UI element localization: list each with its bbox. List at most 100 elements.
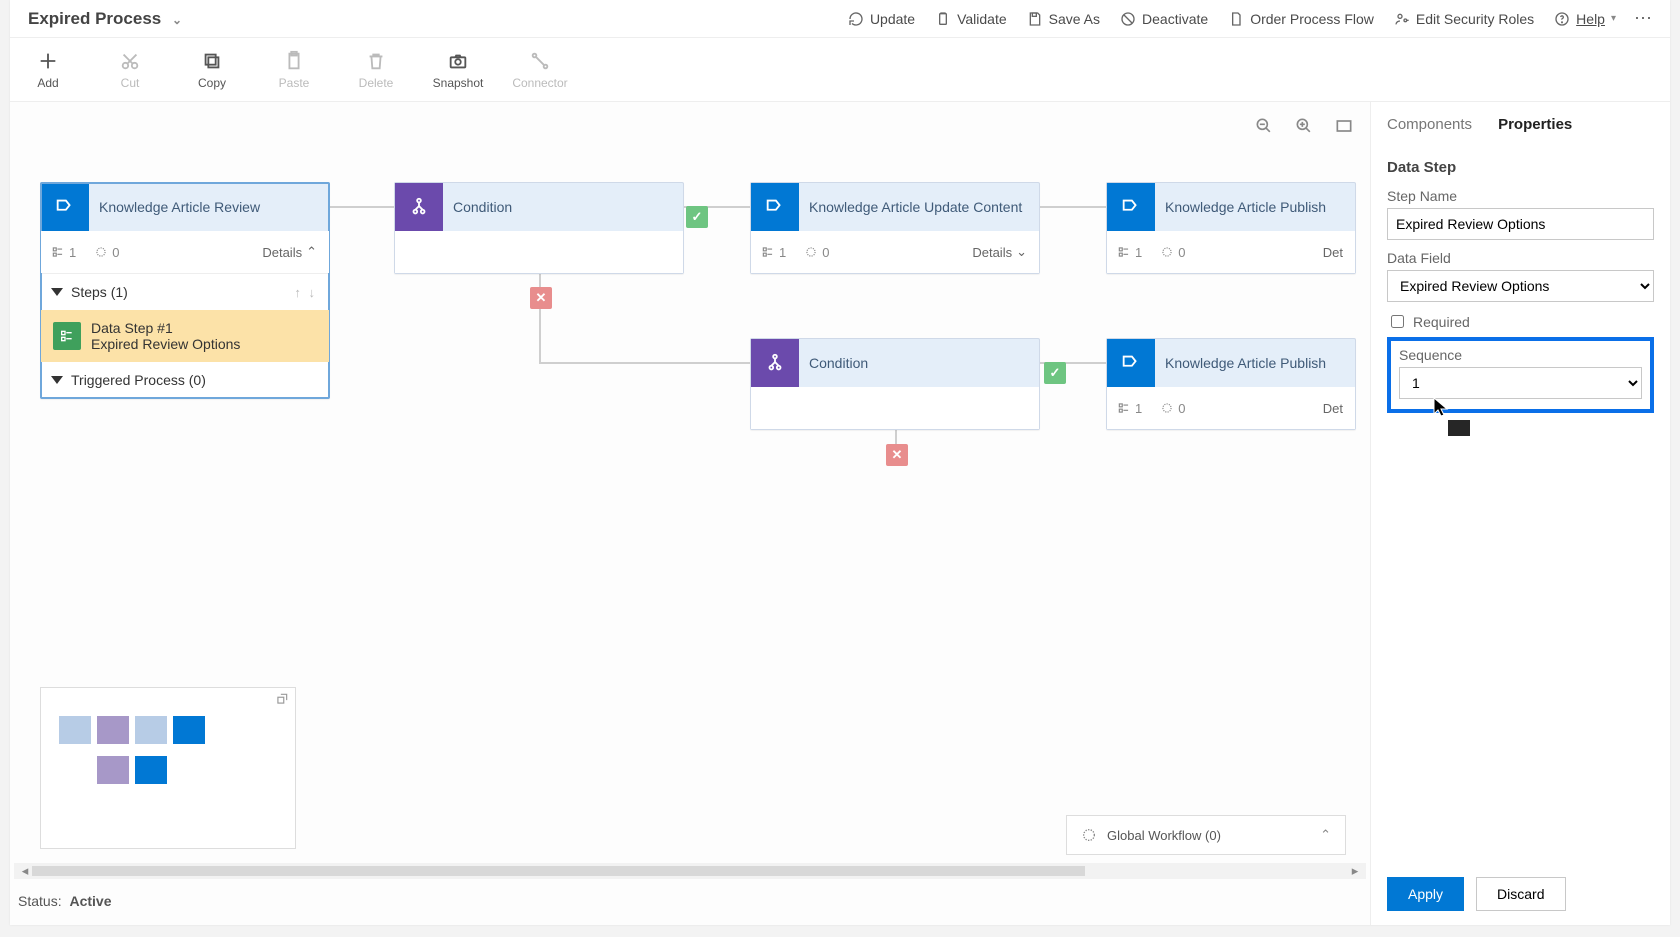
properties-section-title: Data Step — [1387, 159, 1654, 176]
add-button[interactable]: Add — [16, 42, 80, 98]
tab-components[interactable]: Components — [1387, 116, 1472, 133]
properties-panel: Components Properties Data Step Step Nam… — [1370, 102, 1670, 925]
data-field-select[interactable]: Expired Review Options — [1387, 270, 1654, 302]
popout-icon[interactable] — [275, 692, 289, 709]
connector-button: Connector — [508, 42, 572, 98]
scroll-right-icon[interactable]: ▸ — [1348, 863, 1362, 879]
stage-icon — [1107, 183, 1155, 231]
stage-title: Knowledge Article Review — [89, 183, 329, 231]
sequence-select[interactable]: 1 — [1399, 367, 1642, 399]
chevron-down-icon: ⌄ — [1016, 244, 1027, 260]
clipboard-icon — [935, 11, 951, 27]
zoom-in-button[interactable] — [1294, 116, 1314, 139]
details-toggle[interactable]: Det — [1323, 401, 1343, 416]
ribbon: Add Cut Copy Paste Delete Snapshot Conne… — [10, 38, 1670, 102]
condition-icon — [395, 183, 443, 231]
steps-header-row[interactable]: Steps (1) ↑ ↓ — [41, 274, 329, 310]
refresh-icon — [848, 11, 864, 27]
canvas[interactable]: ✓ ✕ ✓ ✕ Knowledge Article Review 1 — [10, 102, 1370, 925]
condition-title: Condition — [443, 183, 683, 231]
step-name-label: Step Name — [1387, 188, 1654, 204]
help-button[interactable]: Help ▾ — [1544, 5, 1626, 33]
check-icon: ✓ — [1044, 362, 1066, 384]
chevron-down-icon: ▾ — [1611, 13, 1616, 24]
step-name-input[interactable] — [1387, 208, 1654, 240]
minimap[interactable] — [40, 687, 296, 849]
zoom-out-button[interactable] — [1254, 116, 1274, 139]
copy-button[interactable]: Copy — [180, 42, 244, 98]
edit-security-roles-button[interactable]: Edit Security Roles — [1384, 5, 1544, 33]
triggered-process-row[interactable]: Triggered Process (0) — [41, 362, 329, 398]
global-workflow-bar[interactable]: Global Workflow (0) ⌃ — [1066, 815, 1346, 855]
loops-count: 0 — [94, 245, 119, 260]
paste-icon — [283, 50, 305, 72]
document-icon — [1228, 11, 1244, 27]
snapshot-button[interactable]: Snapshot — [426, 42, 490, 98]
delete-button: Delete — [344, 42, 408, 98]
sequence-label: Sequence — [1399, 347, 1642, 363]
stage-title: Knowledge Article Publish — [1155, 339, 1355, 387]
loading-icon — [1081, 827, 1097, 843]
more-actions-button[interactable]: ⋯ — [1626, 4, 1662, 33]
zoom-controls — [1254, 116, 1354, 139]
close-icon: ✕ — [886, 444, 908, 466]
stage-node-publish-1[interactable]: Knowledge Article Publish 1 0 Det — [1106, 182, 1356, 274]
details-toggle[interactable]: Details ⌄ — [972, 244, 1027, 260]
title-dropdown[interactable]: Expired Process ⌄ — [18, 9, 192, 29]
check-icon: ✓ — [686, 206, 708, 228]
stage-icon — [1107, 339, 1155, 387]
connector-icon — [529, 50, 551, 72]
triangle-icon — [51, 288, 63, 296]
required-checkbox[interactable]: Required — [1387, 312, 1654, 331]
stage-icon — [751, 183, 799, 231]
close-icon: ✕ — [530, 287, 552, 309]
data-step-icon — [53, 322, 81, 350]
copy-icon — [201, 50, 223, 72]
top-bar: Expired Process ⌄ Update Validate Save A… — [10, 0, 1670, 38]
sequence-highlight: Sequence 1 — [1387, 337, 1654, 413]
cut-button: Cut — [98, 42, 162, 98]
data-step-item[interactable]: Data Step #1 Expired Review Options — [41, 310, 329, 362]
tab-properties[interactable]: Properties — [1498, 116, 1572, 133]
process-title: Expired Process — [28, 9, 161, 28]
camera-icon — [447, 50, 469, 72]
horizontal-scrollbar[interactable]: ◂ ▸ — [14, 863, 1366, 879]
paste-button: Paste — [262, 42, 326, 98]
trash-icon — [365, 50, 387, 72]
plus-icon — [37, 50, 59, 72]
validate-button[interactable]: Validate — [925, 5, 1017, 33]
deactivate-icon — [1120, 11, 1136, 27]
save-icon — [1027, 11, 1043, 27]
stage-node-review[interactable]: Knowledge Article Review 1 0 Details ⌃ — [40, 182, 330, 399]
cut-icon — [119, 50, 141, 72]
deactivate-button[interactable]: Deactivate — [1110, 5, 1218, 33]
data-field-label: Data Field — [1387, 250, 1654, 266]
status-bar: Status: Active — [18, 893, 112, 909]
steps-count: 1 — [51, 245, 76, 260]
triangle-icon — [51, 376, 63, 384]
apply-button[interactable]: Apply — [1387, 877, 1464, 911]
condition-title: Condition — [799, 339, 1039, 387]
chevron-up-icon[interactable]: ⌃ — [1320, 827, 1331, 843]
scrollbar-thumb[interactable] — [32, 866, 1085, 876]
reorder-icon: ↑ ↓ — [294, 285, 317, 300]
person-key-icon — [1394, 11, 1410, 27]
chevron-down-icon: ⌄ — [172, 13, 182, 27]
details-toggle[interactable]: Details ⌃ — [262, 244, 317, 260]
condition-icon — [751, 339, 799, 387]
fit-screen-button[interactable] — [1334, 116, 1354, 139]
stage-node-update-content[interactable]: Knowledge Article Update Content 1 0 Det… — [750, 182, 1040, 274]
stage-title: Knowledge Article Update Content — [799, 183, 1039, 231]
order-process-flow-button[interactable]: Order Process Flow — [1218, 5, 1384, 33]
scroll-left-icon[interactable]: ◂ — [18, 863, 32, 879]
stage-node-publish-2[interactable]: Knowledge Article Publish 1 0 Det — [1106, 338, 1356, 430]
update-button[interactable]: Update — [838, 5, 925, 33]
stage-icon — [41, 183, 89, 231]
details-toggle[interactable]: Det — [1323, 245, 1343, 260]
chevron-up-icon: ⌃ — [306, 244, 317, 260]
condition-node-1[interactable]: Condition — [394, 182, 684, 274]
save-as-button[interactable]: Save As — [1017, 5, 1110, 33]
discard-button[interactable]: Discard — [1476, 877, 1565, 911]
stage-title: Knowledge Article Publish — [1155, 183, 1355, 231]
condition-node-2[interactable]: Condition — [750, 338, 1040, 430]
